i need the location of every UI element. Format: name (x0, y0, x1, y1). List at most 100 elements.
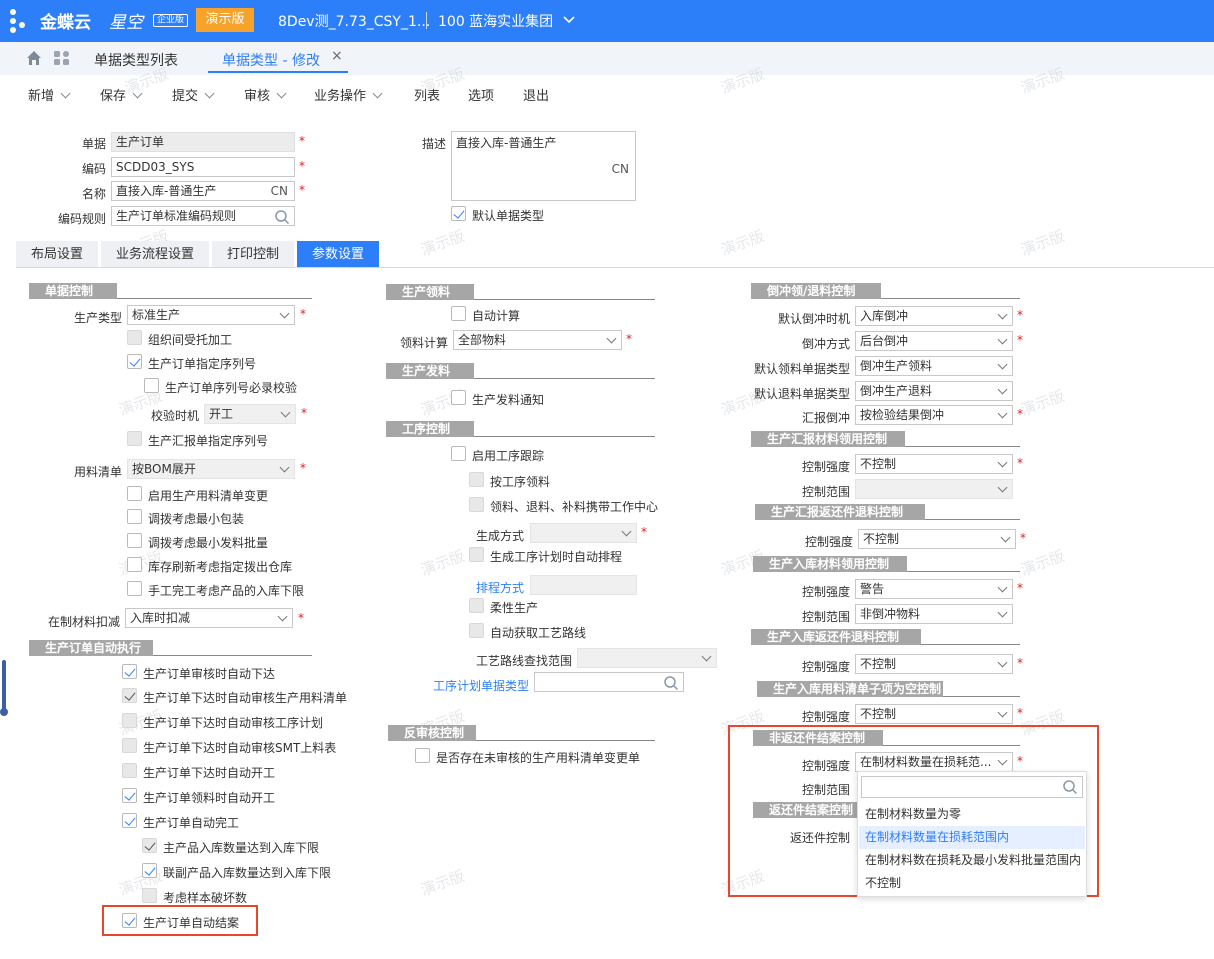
bf-mode-label: 倒冲方式 (801, 337, 850, 351)
route-plan-type-input[interactable] (534, 672, 684, 692)
language-badge[interactable]: CN (612, 160, 629, 178)
code-rule-input[interactable]: 生产订单标准编码规则 (111, 206, 295, 226)
sample-damage-checkbox[interactable] (142, 888, 157, 903)
report-pick-strength-select[interactable]: 不控制 (855, 454, 1013, 474)
dropdown-option-selected[interactable]: 在制材料数量在损耗范围内 (859, 826, 1085, 849)
bf-mode-select[interactable]: 后台倒冲 (855, 331, 1013, 351)
report-bf-value: 按检验结果倒冲 (860, 408, 945, 422)
default-bill-type-checkbox[interactable] (451, 206, 466, 221)
strength-value: 不控制 (860, 457, 897, 471)
required-mark: * (299, 134, 305, 148)
seq-checkbox[interactable] (127, 354, 142, 369)
tab-layout[interactable]: 布局设置 (16, 241, 98, 268)
pick-type-select[interactable]: 倒冲生产领料 (855, 356, 1013, 376)
tab-business-flow[interactable]: 业务流程设置 (101, 241, 209, 268)
flexible-production-checkbox[interactable] (469, 598, 484, 613)
name-input[interactable]: 直接入库-普通生产 CN (111, 181, 295, 201)
new-button[interactable]: 新增 (28, 85, 71, 104)
auto-start-issue-checkbox[interactable] (122, 763, 137, 778)
report-bf-label: 汇报倒冲 (801, 411, 850, 425)
enable-route-checkbox[interactable] (451, 446, 466, 461)
prod-type-select[interactable]: 标准生产 (127, 305, 295, 325)
schedule-mode-field[interactable] (530, 575, 637, 595)
issue-notice-checkbox[interactable] (451, 390, 466, 405)
auto-audit-route-checkbox[interactable] (122, 713, 137, 728)
auto-calc-checkbox[interactable] (451, 306, 466, 321)
auto-close-checkbox[interactable] (122, 913, 137, 928)
business-ops-button[interactable]: 业务操作 (314, 85, 383, 104)
report-return-strength-select[interactable]: 不控制 (858, 529, 1016, 549)
chevron-down-icon[interactable] (562, 10, 576, 30)
group-selector[interactable]: 100 蓝海实业集团 (438, 11, 553, 31)
options-button[interactable]: 选项 (468, 85, 494, 104)
search-icon[interactable] (274, 209, 290, 225)
strength-label: 控制强度 (801, 759, 850, 773)
main-product-checkbox[interactable] (142, 838, 157, 853)
dropdown-option[interactable]: 在制材料数在损耗及最小发料批量范围内 (859, 849, 1085, 872)
close-tab-icon[interactable]: × (331, 48, 343, 64)
instock-pick-strength-select[interactable]: 警告 (855, 579, 1013, 599)
auto-complete-checkbox[interactable] (122, 813, 137, 828)
unaudited-change-checkbox[interactable] (415, 748, 430, 763)
manual-complete-checkbox[interactable] (127, 581, 142, 596)
auto-issue-checkbox[interactable] (122, 664, 137, 679)
code-input[interactable]: SCDD03_SYS (111, 157, 295, 177)
auto-audit-bom-checkbox[interactable] (122, 688, 137, 703)
bom-select[interactable]: 按BOM展开 (127, 459, 295, 479)
report-pick-range-select[interactable] (855, 479, 1013, 499)
report-bf-select[interactable]: 按检验结果倒冲 (855, 405, 1013, 425)
auto-route-checkbox[interactable] (469, 623, 484, 638)
strength-label: 控制强度 (801, 585, 850, 599)
dropdown-option[interactable]: 在制材料数量为零 (859, 803, 1085, 826)
seq-check-checkbox[interactable] (144, 378, 159, 393)
search-icon[interactable] (1062, 779, 1078, 795)
report-seq-checkbox[interactable] (127, 431, 142, 446)
demo-badge[interactable]: 演示版 (196, 8, 254, 32)
refresh-wh-checkbox[interactable] (127, 557, 142, 572)
org-selector[interactable]: 8Dev测_7.73_CSY_1... (278, 11, 430, 31)
schedule-mode-label[interactable]: 排程方式 (464, 579, 524, 596)
instock-empty-strength-select[interactable]: 不控制 (855, 704, 1013, 724)
bf-time-select[interactable]: 入库倒冲 (855, 306, 1013, 326)
strength-value: 不控制 (860, 707, 897, 721)
auto-audit-smt-checkbox[interactable] (122, 738, 137, 753)
route-range-select[interactable] (577, 648, 717, 668)
auto-schedule-checkbox[interactable] (469, 547, 484, 562)
home-icon[interactable] (25, 49, 43, 67)
search-icon[interactable] (663, 675, 679, 691)
required-mark: * (641, 525, 647, 539)
dropdown-search-input[interactable] (861, 776, 1083, 798)
carry-workcenter-checkbox[interactable] (469, 497, 484, 512)
instock-return-strength-select[interactable]: 不控制 (855, 654, 1013, 674)
apps-grid-icon[interactable] (53, 50, 71, 66)
tab-print-control[interactable]: 打印控制 (212, 241, 294, 268)
check-time-select[interactable]: 开工 (204, 404, 296, 424)
min-batch-checkbox[interactable] (127, 533, 142, 548)
desc-textarea[interactable]: 直接入库-普通生产 CN (451, 131, 636, 201)
min-pack-checkbox[interactable] (127, 509, 142, 524)
return-type-value: 倒冲生产退料 (860, 384, 933, 398)
wip-select[interactable]: 入库时扣减 (125, 608, 293, 628)
auto-start-pick-checkbox[interactable] (122, 788, 137, 803)
manual-complete-label: 手工完工考虑产品的入库下限 (148, 584, 305, 598)
audit-button[interactable]: 审核 (244, 85, 287, 104)
submit-button[interactable]: 提交 (172, 85, 215, 104)
tab-parameters[interactable]: 参数设置 (297, 241, 379, 268)
interorg-checkbox[interactable] (127, 330, 142, 345)
language-badge[interactable]: CN (271, 182, 288, 200)
bom-change-checkbox[interactable] (127, 486, 142, 501)
min-batch-label: 调拨考虑最小发料批量 (148, 536, 269, 550)
return-type-select[interactable]: 倒冲生产退料 (855, 381, 1013, 401)
route-plan-type-label[interactable]: 工序计划单据类型 (420, 677, 529, 694)
dropdown-option[interactable]: 不控制 (859, 872, 1085, 895)
tab-bill-type-edit[interactable]: 单据类型 - 修改 (222, 50, 320, 70)
strength-label: 控制强度 (801, 660, 850, 674)
by-route-pick-checkbox[interactable] (469, 472, 484, 487)
pick-calc-select[interactable]: 全部物料 (453, 330, 622, 350)
gen-mode-select[interactable] (530, 523, 637, 543)
thermometer-icon[interactable] (0, 660, 8, 718)
exit-button[interactable]: 退出 (523, 85, 549, 104)
nonreturn-strength-select[interactable]: 在制材料数量在损耗范... (855, 752, 1013, 772)
byproduct-checkbox[interactable] (142, 863, 157, 878)
instock-pick-range-select[interactable]: 非倒冲物料 (855, 604, 1013, 624)
